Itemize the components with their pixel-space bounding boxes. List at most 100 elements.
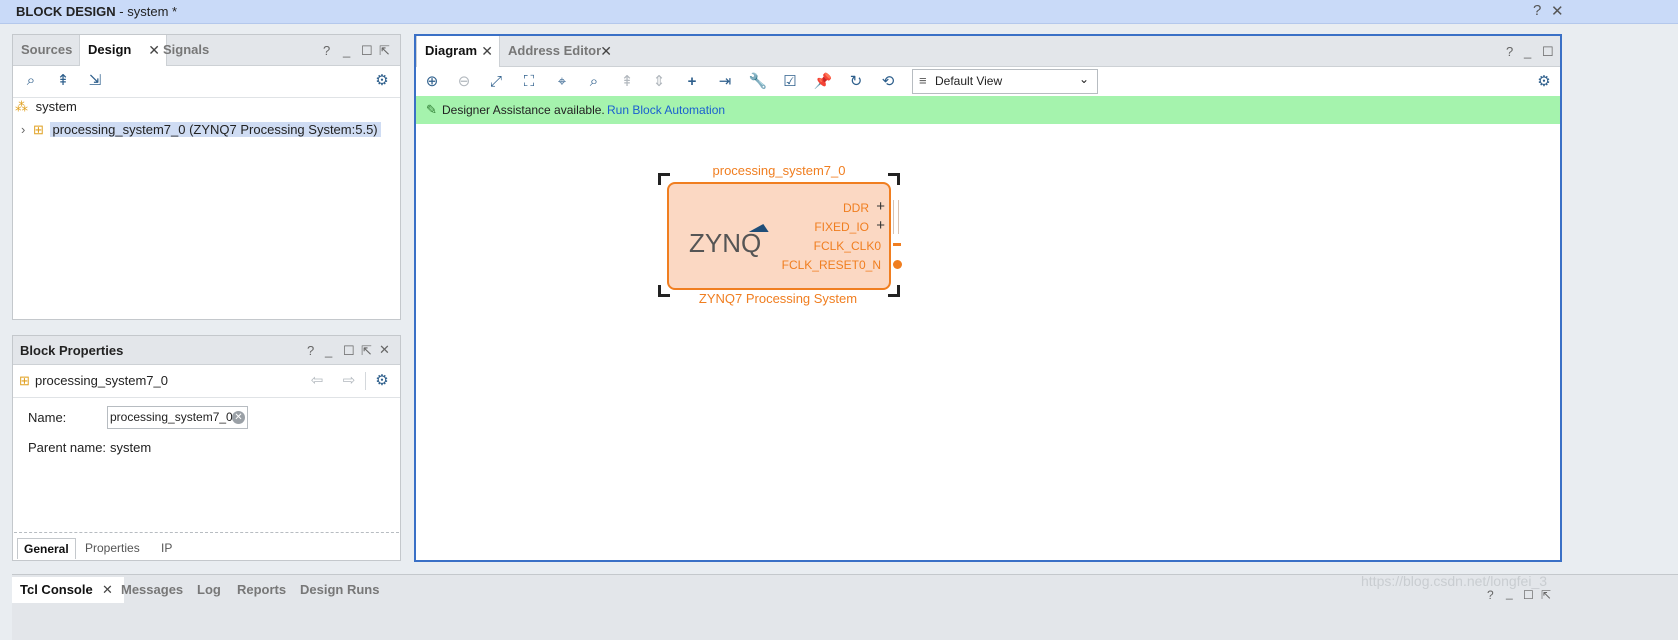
forward-arrow-icon[interactable]: ⇨ [339, 371, 359, 391]
tab-address-editor[interactable]: Address Editor ✕ [500, 36, 618, 66]
port-fixed-io[interactable]: FIXED_IO [814, 220, 869, 234]
name-input[interactable]: processing_system7_0 ✕ [107, 406, 248, 429]
expand-port-icon[interactable]: + [876, 198, 885, 215]
tab-tcl-console-label: Tcl Console [20, 582, 93, 597]
hierarchy-icon: ⁂ [15, 99, 28, 114]
maximize-icon[interactable]: ☐ [343, 343, 355, 359]
tab-diagram-label: Diagram [425, 43, 478, 58]
block-properties-header: Block Properties ? _ ☐ ⇱ ✕ [13, 336, 400, 365]
port-ddr[interactable]: DDR [843, 201, 869, 215]
wrench-icon[interactable]: 🔧 [748, 72, 768, 92]
diagram-toolbar: ⊕ ⊖ ⤢ ⛶ ⌖ ⌕ ⇞ ⇕ + ⇥ 🔧 ☑ 📌 ↻ ⟲ ≡ Default … [416, 66, 1560, 99]
help-icon[interactable]: ? [1487, 588, 1494, 602]
parent-name-value: system [110, 440, 152, 455]
help-icon[interactable]: ? [323, 43, 330, 58]
tab-properties[interactable]: Properties [79, 538, 146, 558]
help-icon[interactable]: ? [307, 343, 314, 358]
port-fclk-clk0[interactable]: FCLK_CLK0 [814, 239, 881, 253]
collapse-icon[interactable]: ⇞ [617, 72, 637, 92]
make-connection-icon[interactable]: ⇥ [715, 72, 735, 92]
block-type-name: ZYNQ7 Processing System [698, 291, 858, 306]
design-panel-tabs: Sources Design ✕ Signals ? _ ☐ ⇱ [13, 35, 400, 66]
refresh-icon[interactable]: ↻ [846, 72, 866, 92]
watermark: https://blog.csdn.net/longfei_3 [1361, 573, 1548, 589]
chevron-down-icon: ⌄ [1078, 72, 1089, 86]
help-icon[interactable]: ? [1533, 2, 1541, 19]
add-ip-icon[interactable]: + [682, 72, 702, 92]
zoom-in-icon[interactable]: ⊕ [422, 72, 442, 92]
tree-root-label: system [35, 99, 77, 114]
view-icon: ≡ [919, 73, 927, 88]
tab-signals[interactable]: Signals [155, 35, 221, 65]
port-fclk-reset0-n[interactable]: FCLK_RESET0_N [782, 258, 881, 272]
expand-port-icon[interactable]: + [876, 217, 885, 234]
zynq-logo-mark [748, 224, 774, 232]
expand-all-icon[interactable]: ⇲ [85, 71, 105, 91]
maximize-icon[interactable]: ☐ [1542, 44, 1554, 60]
parent-name-label: Parent name: [28, 440, 107, 455]
regenerate-layout-icon[interactable]: ⟲ [878, 72, 898, 92]
back-arrow-icon[interactable]: ⇦ [307, 371, 327, 391]
view-select[interactable]: ≡ Default View ⌄ [912, 69, 1098, 94]
zoom-fit-icon[interactable]: ⤢ [486, 72, 506, 92]
maximize-icon[interactable]: ☐ [361, 43, 373, 59]
tab-tcl-console[interactable]: Tcl Console ✕ [12, 577, 124, 603]
tab-general[interactable]: General [17, 538, 76, 559]
assist-text: Designer Assistance available. [442, 103, 605, 117]
run-block-automation-link[interactable]: Run Block Automation [607, 103, 725, 117]
minimize-icon[interactable]: _ [1524, 44, 1531, 59]
tab-reports[interactable]: Reports [229, 577, 286, 603]
diagram-panel-tabs: Diagram ✕ Address Editor ✕ ? _ ☐ [416, 36, 1560, 67]
assist-icon: ✎ [426, 102, 437, 117]
name-input-value: processing_system7_0 [110, 410, 233, 424]
ip-block-icon: ⊞ [32, 122, 44, 137]
tab-diagram[interactable]: Diagram ✕ [416, 36, 500, 67]
tree-item-processing-system[interactable]: › ⊞ processing_system7_0 (ZYNQ7 Processi… [21, 120, 381, 140]
float-icon[interactable]: ⇱ [379, 43, 390, 59]
pin-icon[interactable]: 📌 [813, 72, 833, 92]
tab-close-icon[interactable]: ✕ [600, 36, 612, 66]
close-icon[interactable]: ✕ [379, 342, 390, 358]
zoom-area-icon[interactable]: ⛶ [519, 72, 539, 92]
tab-sources[interactable]: Sources [13, 35, 79, 65]
tab-close-icon[interactable]: ✕ [102, 577, 113, 603]
minimize-icon[interactable]: _ [325, 343, 332, 358]
selected-object-name: processing_system7_0 [35, 373, 168, 388]
minimize-icon[interactable]: _ [1506, 586, 1513, 600]
chevron-right-icon[interactable]: › [21, 122, 25, 137]
tab-close-icon[interactable]: ✕ [481, 36, 493, 66]
tab-design[interactable]: Design ✕ [79, 35, 167, 66]
tree-root[interactable]: ⁂ system [15, 97, 77, 117]
block-instance-name: processing_system7_0 [712, 163, 846, 178]
gear-icon[interactable]: ⚙ [1534, 72, 1554, 92]
close-icon[interactable]: ✕ [1551, 2, 1564, 20]
search-icon[interactable]: ⌕ [584, 72, 604, 92]
validate-icon[interactable]: ☑ [780, 72, 800, 92]
float-icon[interactable]: ⇱ [1541, 588, 1551, 602]
tab-log[interactable]: Log [189, 577, 221, 603]
gear-icon[interactable]: ⚙ [372, 71, 392, 91]
tab-address-editor-label: Address Editor [508, 43, 602, 58]
tab-ip[interactable]: IP [155, 538, 178, 558]
tab-design-label: Design [88, 42, 132, 57]
tab-design-runs[interactable]: Design Runs [292, 577, 379, 603]
tab-messages[interactable]: Messages [113, 577, 183, 603]
reset-pin [893, 260, 902, 269]
collapse-all-icon[interactable]: ⇞ [53, 71, 73, 91]
window-title: BLOCK DESIGN - system * [16, 4, 178, 19]
float-icon[interactable]: ⇱ [361, 343, 372, 359]
minimize-icon[interactable]: _ [343, 43, 350, 58]
gear-icon[interactable]: ⚙ [372, 371, 392, 391]
clk-pin [893, 243, 901, 246]
zoom-out-icon[interactable]: ⊖ [454, 72, 474, 92]
search-icon[interactable]: ⌕ [21, 71, 41, 91]
zynq-block[interactable]: ZYNQ DDR FIXED_IO FCLK_CLK0 FCLK_RESET0_… [667, 182, 891, 290]
help-icon[interactable]: ? [1506, 44, 1513, 59]
center-icon[interactable]: ⌖ [552, 72, 572, 92]
name-label: Name: [28, 410, 67, 425]
design-toolbar: ⌕ ⇞ ⇲ ⚙ [13, 65, 400, 98]
maximize-icon[interactable]: ☐ [1523, 588, 1534, 602]
zynq-logo: ZYNQ [689, 228, 762, 258]
expand-icon[interactable]: ⇕ [649, 72, 669, 92]
clear-icon[interactable]: ✕ [232, 411, 245, 424]
